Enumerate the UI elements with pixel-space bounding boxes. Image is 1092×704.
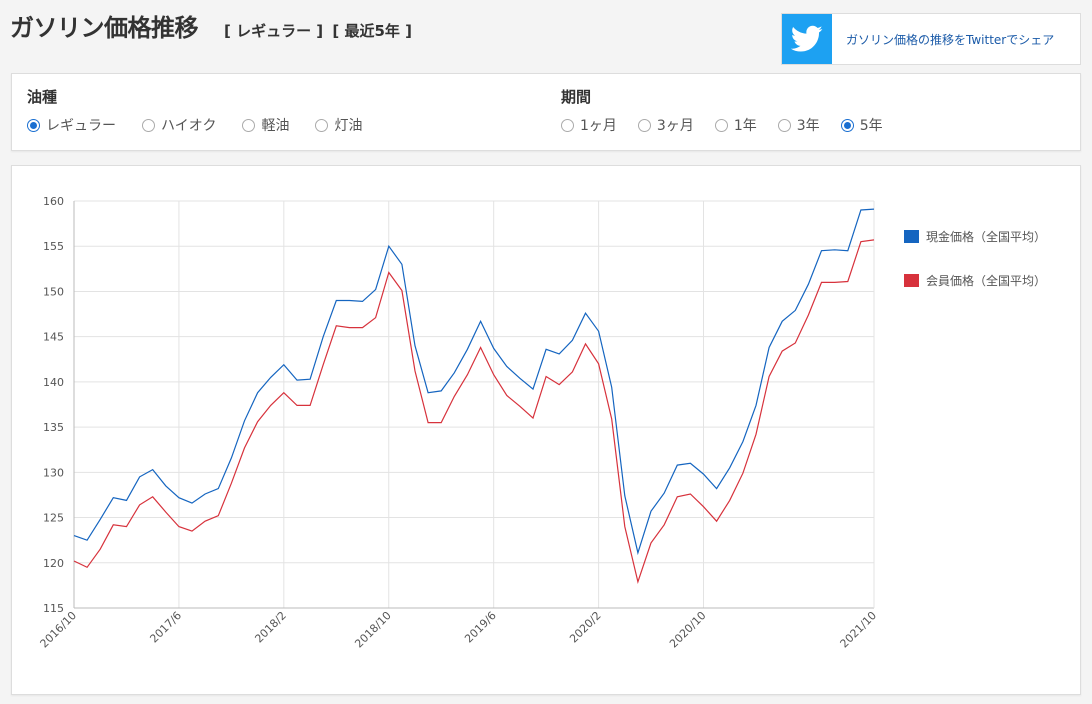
radio-dot-checked[interactable] <box>840 118 854 132</box>
y-tick-label: 145 <box>43 331 64 344</box>
y-tick-label: 160 <box>43 195 64 208</box>
legend-label-member: 会員価格（全国平均） <box>926 274 1047 288</box>
x-tick-label: 2019/6 <box>462 609 499 646</box>
radio-label: 軽油 <box>261 118 290 134</box>
x-tick-label: 2020/2 <box>567 609 604 646</box>
period-filter-label: 期間 <box>561 88 592 106</box>
period-tag: [ 最近5年 ] <box>332 22 412 40</box>
x-tick-label: 2018/10 <box>352 609 394 651</box>
radio-label: 3年 <box>796 118 820 134</box>
period-filter-group: 期間 1ヶ月 3ヶ月 1年 3年 5年 <box>561 86 909 135</box>
radio-dot[interactable] <box>142 118 155 132</box>
radio-dot[interactable] <box>637 118 651 132</box>
x-tick-label: 2020/10 <box>667 609 709 651</box>
radio-label: 1ヶ月 <box>580 118 617 134</box>
radio-dot[interactable] <box>242 118 256 132</box>
radio-label: ハイオク <box>161 118 217 134</box>
fuel-radio-row: レギュラー ハイオク 軽油 灯油 <box>27 115 388 135</box>
fuel-tag: [ レギュラー ] <box>224 22 324 40</box>
radio-label: 灯油 <box>334 118 363 134</box>
y-tick-label: 130 <box>43 466 64 479</box>
page-title: ガソリン価格推移 <box>10 14 199 42</box>
twitter-share-button[interactable]: ガソリン価格の推移をTwitterでシェア <box>781 13 1081 65</box>
fuel-radio-regular[interactable]: レギュラー <box>27 115 116 135</box>
y-tick-label: 115 <box>43 602 64 615</box>
twitter-icon <box>782 14 832 64</box>
legend-swatch-member <box>904 274 919 287</box>
chart-legend: 現金価格（全国平均） 会員価格（全国平均） <box>904 228 1046 316</box>
y-tick-label: 125 <box>43 512 64 525</box>
radio-dot-checked[interactable] <box>27 118 40 132</box>
radio-dot[interactable] <box>315 118 329 132</box>
fuel-filter-group: 油種 レギュラー ハイオク 軽油 灯油 <box>27 86 388 135</box>
share-label: ガソリン価格の推移をTwitterでシェア <box>846 32 1055 47</box>
period-radio-3m[interactable]: 3ヶ月 <box>637 115 694 135</box>
y-tick-label: 140 <box>43 376 64 389</box>
legend-item-member[interactable]: 会員価格（全国平均） <box>904 272 1046 289</box>
period-radio-1y[interactable]: 1年 <box>714 115 757 135</box>
period-radio-3y[interactable]: 3年 <box>777 115 820 135</box>
fuel-radio-premium[interactable]: ハイオク <box>142 115 216 135</box>
radio-label: 3ヶ月 <box>656 118 694 134</box>
x-tick-label: 2018/2 <box>252 609 289 646</box>
y-tick-label: 120 <box>43 557 64 570</box>
radio-label: レギュラー <box>46 118 116 134</box>
legend-item-cash[interactable]: 現金価格（全国平均） <box>904 228 1046 245</box>
fuel-filter-label: 油種 <box>27 88 58 106</box>
radio-label: 5年 <box>859 118 883 134</box>
period-radio-row: 1ヶ月 3ヶ月 1年 3年 5年 <box>561 115 909 135</box>
legend-swatch-cash <box>904 230 919 243</box>
filter-panel: 油種 レギュラー ハイオク 軽油 灯油 期間 1ヶ月 3ヶ月 1年 3年 5年 <box>11 73 1081 151</box>
radio-dot[interactable] <box>714 118 728 132</box>
radio-label: 1年 <box>733 118 757 134</box>
period-radio-5y[interactable]: 5年 <box>840 115 883 135</box>
fuel-radio-diesel[interactable]: 軽油 <box>242 115 289 135</box>
period-radio-1m[interactable]: 1ヶ月 <box>561 115 617 135</box>
x-tick-label: 2017/6 <box>147 609 184 646</box>
x-tick-label: 2021/10 <box>838 609 880 651</box>
chart-panel: 115 120 125 130 135 140 145 150 155 160 2016/10 201… <box>11 165 1081 695</box>
page-subtitle: [ レギュラー ] [ 最近5年 ] <box>224 20 416 41</box>
legend-label-cash: 現金価格（全国平均） <box>926 230 1047 244</box>
y-tick-label: 155 <box>43 240 64 253</box>
x-tick-label: 2016/10 <box>38 609 80 651</box>
y-tick-label: 150 <box>43 285 64 298</box>
y-tick-label: 135 <box>43 421 64 434</box>
radio-dot[interactable] <box>561 118 574 132</box>
fuel-radio-kerosene[interactable]: 灯油 <box>315 115 362 135</box>
radio-dot[interactable] <box>777 118 791 132</box>
page-header: ガソリン価格推移 [ レギュラー ] [ 最近5年 ] <box>10 8 416 48</box>
series-line-cash <box>73 208 875 556</box>
